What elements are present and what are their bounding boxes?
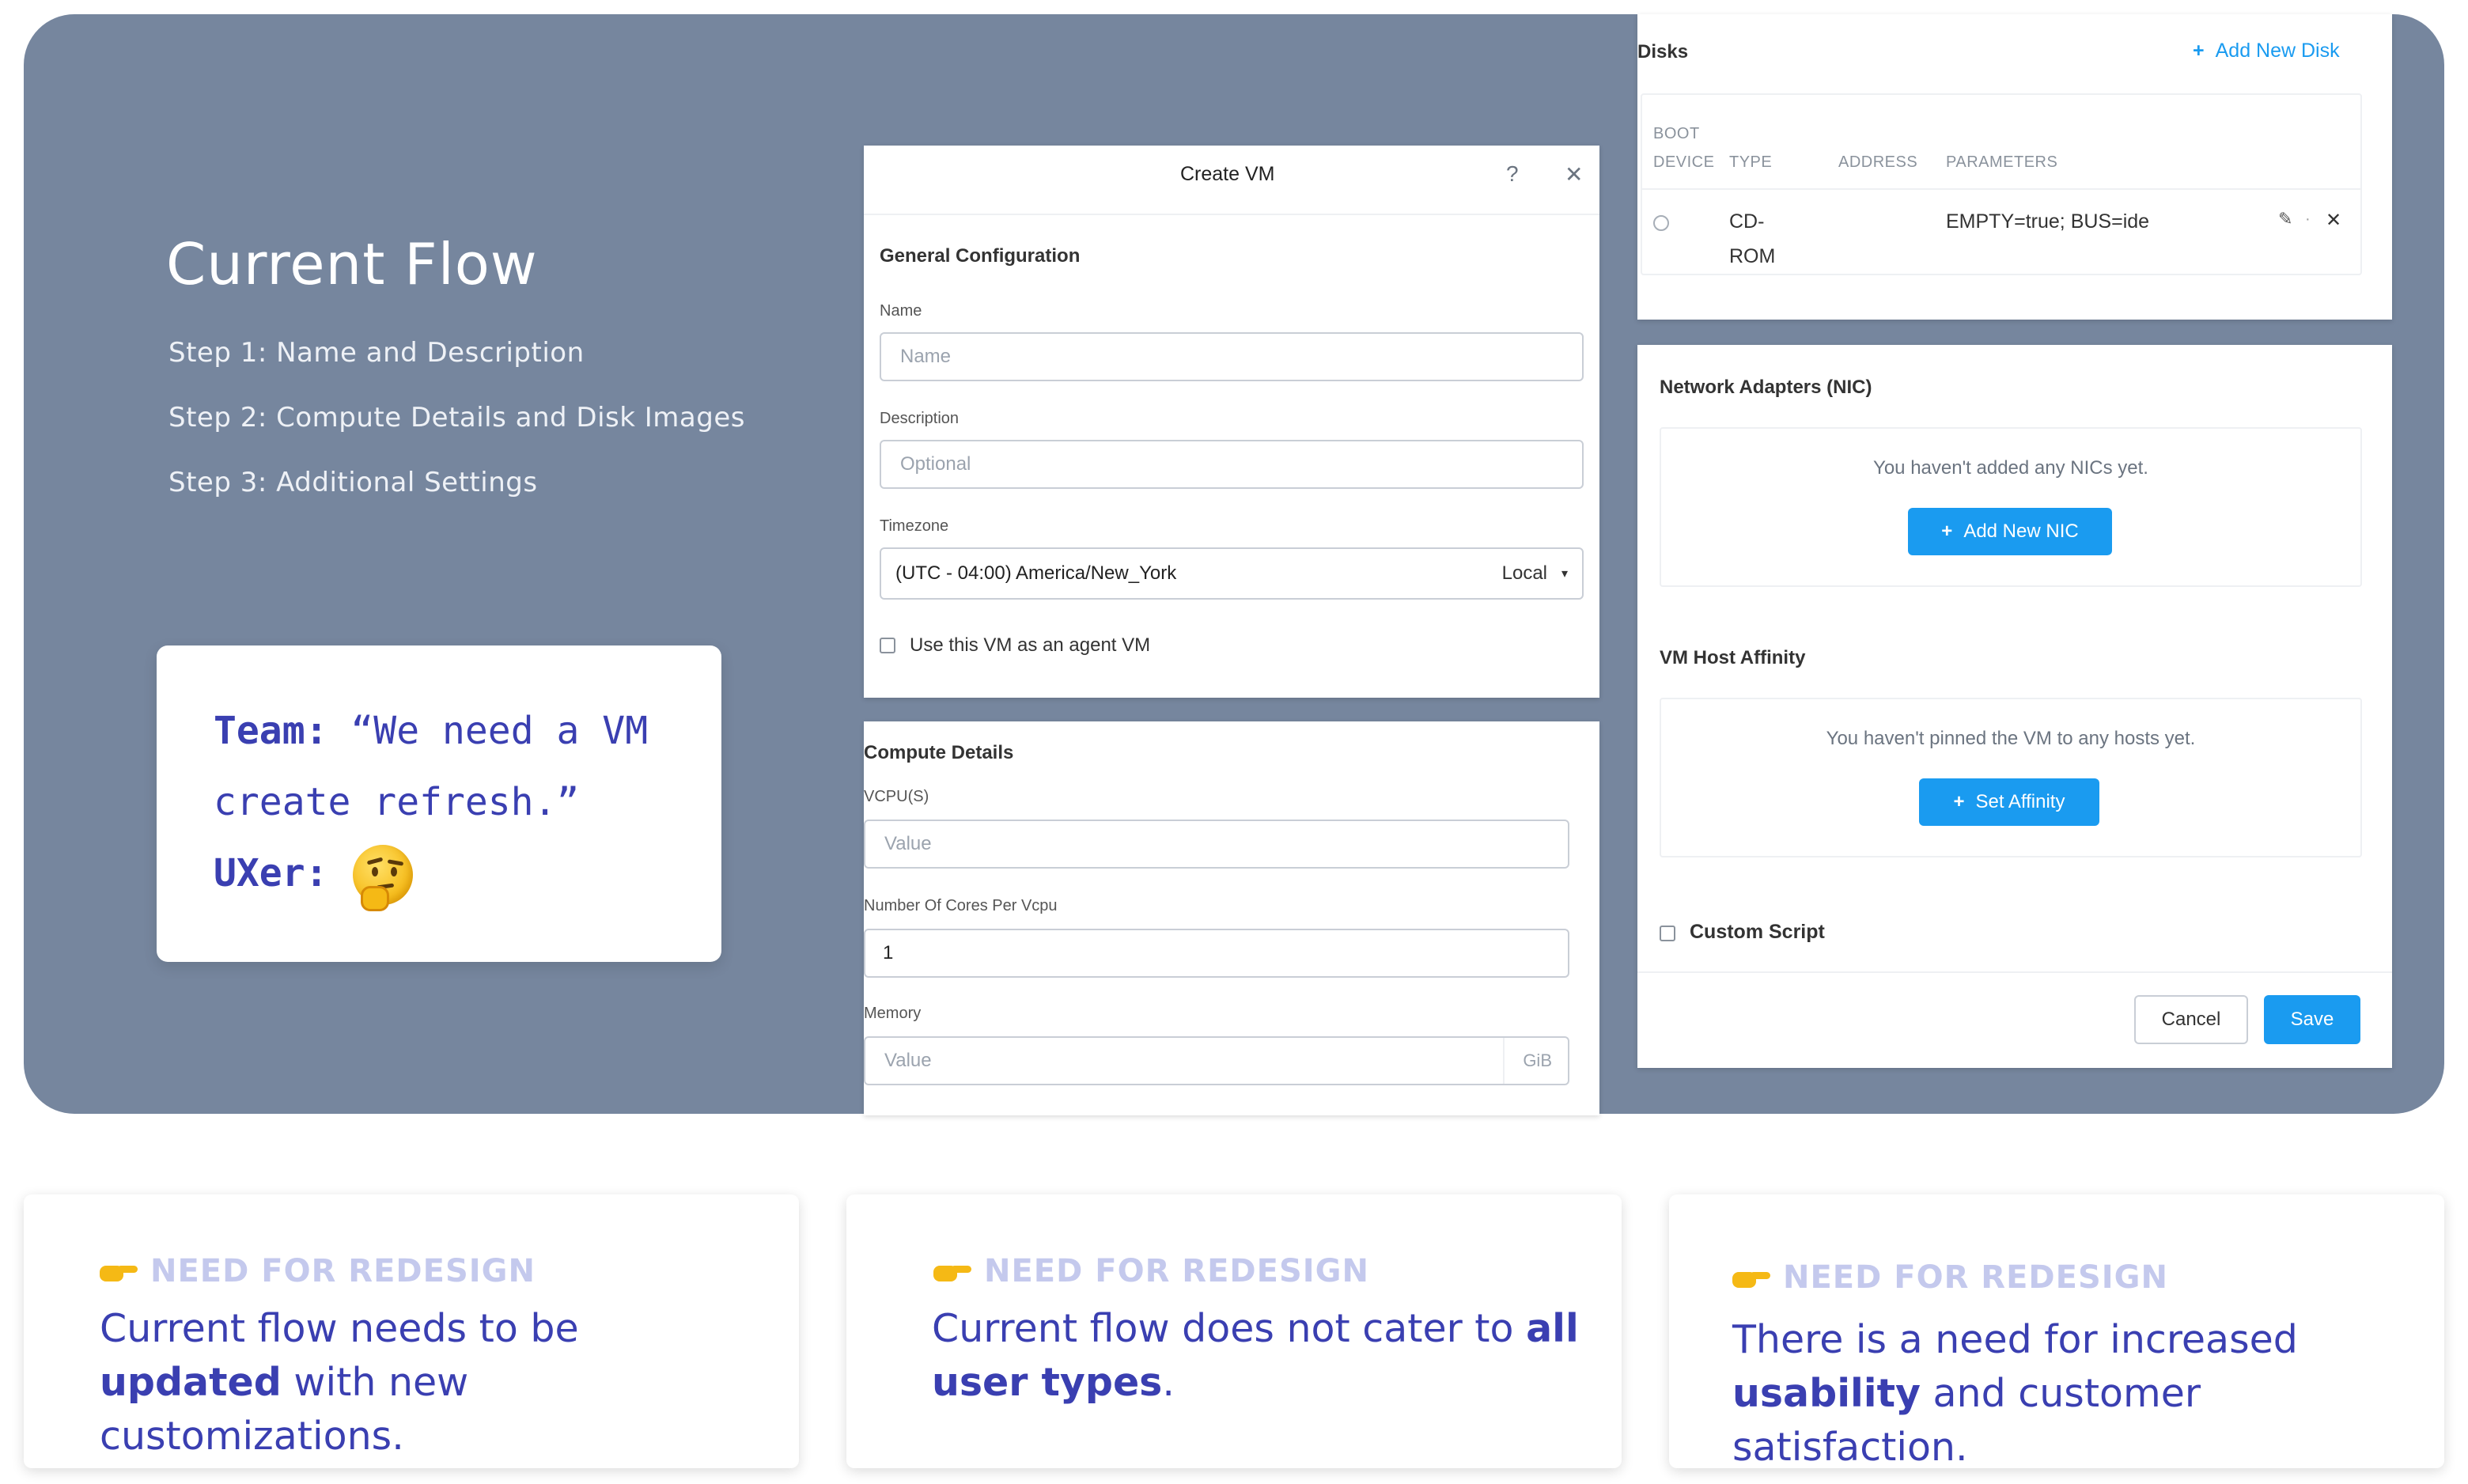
timezone-label: Timezone: [880, 517, 949, 535]
close-icon[interactable]: ✕: [1565, 161, 1583, 187]
timezone-select[interactable]: (UTC - 04:00) America/New_York Local ▾: [880, 547, 1584, 600]
flow-title: Current Flow: [166, 231, 538, 297]
disk-parameters: EMPTY=true; BUS=ide: [1946, 210, 2150, 233]
nic-empty-text: You haven't added any NICs yet.: [1873, 457, 2148, 479]
cores-input[interactable]: 1: [864, 929, 1569, 978]
agent-vm-label: Use this VM as an agent VM: [910, 634, 1151, 656]
disks-table: BOOT DEVICE TYPE ADDRESS PARAMETERS CD- …: [1641, 93, 2362, 275]
card-1-text-bold: updated: [100, 1360, 282, 1405]
compute-details-panel: Compute Details VCPU(S) Value Number Of …: [864, 721, 1599, 1115]
thinking-face-icon: [353, 845, 413, 911]
save-button[interactable]: Save: [2264, 995, 2360, 1044]
disk-type-line-2: ROM: [1729, 245, 1776, 267]
card-2-text-post: .: [1162, 1360, 1175, 1405]
vcpu-placeholder: Value: [884, 833, 932, 854]
card-2-text-pre: Current flow does not cater to: [932, 1306, 1527, 1351]
plus-icon: +: [1941, 521, 1953, 542]
custom-script-checkbox[interactable]: [1660, 926, 1675, 941]
memory-label: Memory: [864, 1005, 922, 1022]
redesign-card-3: NEED FOR REDESIGN There is a need for in…: [1669, 1194, 2444, 1470]
set-affinity-button[interactable]: + Set Affinity: [1919, 778, 2099, 826]
cores-value: 1: [883, 942, 894, 963]
team-quote-line-1: “We need a VM: [350, 709, 649, 753]
vcpu-input[interactable]: Value: [864, 820, 1569, 869]
team-label: Team:: [214, 709, 328, 753]
plus-icon: +: [2193, 40, 2205, 62]
compute-heading: Compute Details: [864, 742, 1014, 763]
disk-type-line-1: CD-: [1729, 210, 1765, 233]
affinity-empty-box: You haven't pinned the VM to any hosts y…: [1660, 698, 2362, 857]
pointing-hand-icon: [933, 1255, 973, 1281]
card-2-kicker: NEED FOR REDESIGN: [984, 1253, 1369, 1289]
set-affinity-label: Set Affinity: [1975, 791, 2065, 812]
add-new-nic-label: Add New NIC: [1963, 521, 2079, 542]
col-boot: BOOT: [1653, 125, 1700, 142]
card-3-text-bold: usability: [1732, 1371, 1921, 1416]
card-1-kicker: NEED FOR REDESIGN: [150, 1253, 536, 1289]
create-vm-dialog: Create VM ? ✕ General Configuration Name…: [864, 146, 1599, 698]
card-3-kicker: NEED FOR REDESIGN: [1783, 1259, 2168, 1296]
additional-settings-panel: Network Adapters (NIC) You haven't added…: [1637, 345, 2392, 1068]
remove-icon[interactable]: ✕: [2326, 209, 2341, 232]
pencil-icon[interactable]: ✎: [2278, 209, 2292, 229]
plus-icon: +: [1953, 791, 1965, 812]
help-icon[interactable]: ?: [1506, 161, 1519, 187]
disks-panel: Disks + Add New Disk BOOT DEVICE TYPE ADD…: [1637, 14, 2392, 320]
disks-heading: Disks: [1637, 41, 1689, 62]
card-3-text: There is a need for increased usability …: [1732, 1313, 2413, 1475]
vcpu-label: VCPU(S): [864, 788, 929, 805]
step-2: Step 2: Compute Details and Disk Images: [168, 402, 745, 433]
team-quote-line-2: create refresh.”: [214, 780, 580, 824]
step-3: Step 3: Additional Settings: [168, 467, 538, 498]
col-device: DEVICE: [1653, 153, 1715, 171]
col-address: ADDRESS: [1838, 153, 1918, 171]
cancel-button[interactable]: Cancel: [2134, 995, 2248, 1044]
dialog-title: Create VM: [1180, 163, 1275, 185]
general-config-heading: General Configuration: [880, 245, 1081, 267]
agent-vm-checkbox[interactable]: [880, 638, 895, 653]
divider: [864, 214, 1599, 215]
step-1: Step 1: Name and Description: [168, 337, 585, 369]
card-2-text: Current flow does not cater to all user …: [932, 1302, 1596, 1410]
pointing-hand-icon: [1732, 1261, 1772, 1288]
divider: [1642, 188, 2360, 190]
nic-empty-box: You haven't added any NICs yet. + Add New…: [1660, 427, 2362, 587]
description-input[interactable]: Optional: [880, 440, 1584, 489]
redesign-card-2: NEED FOR REDESIGN Current flow does not …: [846, 1194, 1622, 1468]
uxer-label: UXer:: [214, 851, 328, 895]
affinity-heading: VM Host Affinity: [1660, 647, 1806, 668]
description-placeholder: Optional: [900, 453, 971, 475]
quote-card: Team: “We need a VM create refresh.” UXe…: [157, 645, 721, 962]
memory-input[interactable]: Value GiB: [864, 1036, 1569, 1085]
memory-unit: GiB: [1523, 1051, 1552, 1070]
separator-dot: ·: [2305, 210, 2311, 228]
card-3-text-pre: There is a need for increased: [1732, 1317, 2298, 1362]
description-label: Description: [880, 410, 960, 427]
boot-device-radio[interactable]: [1653, 215, 1669, 231]
divider: [1637, 971, 2392, 973]
name-placeholder: Name: [900, 346, 952, 367]
col-parameters: PARAMETERS: [1946, 153, 2058, 171]
chevron-down-icon: ▾: [1561, 567, 1568, 581]
name-input[interactable]: Name: [880, 332, 1584, 381]
add-new-nic-button[interactable]: + Add New NIC: [1908, 508, 2112, 555]
card-1-text-pre: Current flow needs to be: [100, 1306, 579, 1351]
redesign-card-1: NEED FOR REDESIGN Current flow needs to …: [24, 1194, 799, 1468]
custom-script-label: Custom Script: [1690, 921, 1825, 943]
add-new-disk-link[interactable]: + Add New Disk: [2193, 40, 2340, 62]
add-new-disk-label: Add New Disk: [2215, 40, 2340, 62]
affinity-empty-text: You haven't pinned the VM to any hosts y…: [1826, 728, 2196, 749]
col-type: TYPE: [1729, 153, 1773, 171]
cores-label: Number Of Cores Per Vcpu: [864, 897, 1058, 914]
memory-placeholder: Value: [884, 1050, 932, 1071]
card-1-text: Current flow needs to be updated with ne…: [100, 1302, 764, 1463]
pointing-hand-icon: [100, 1255, 139, 1281]
name-label: Name: [880, 302, 922, 320]
nic-heading: Network Adapters (NIC): [1660, 377, 1872, 398]
timezone-mode: Local: [1501, 562, 1547, 584]
timezone-value: (UTC - 04:00) America/New_York: [895, 562, 1177, 584]
